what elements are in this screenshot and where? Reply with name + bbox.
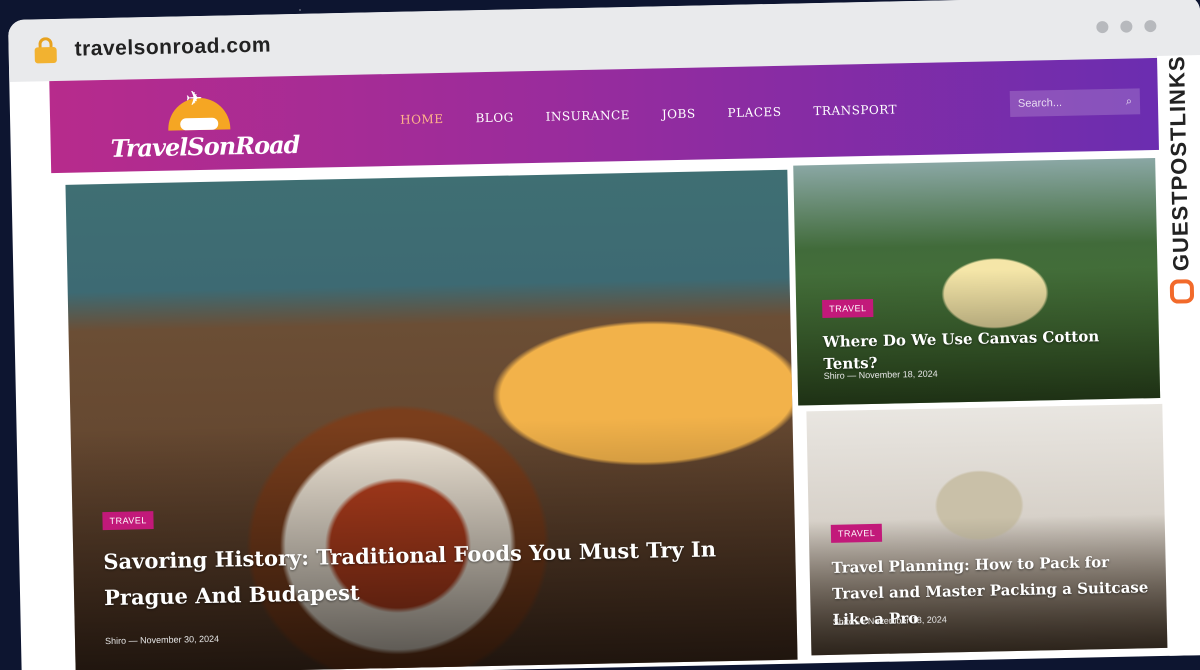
web-page: ✈ TravelSonRoad HOME BLOG INSURANCE JOBS… bbox=[49, 57, 1171, 670]
lock-icon bbox=[34, 37, 57, 64]
search-placeholder: Search... bbox=[1017, 96, 1063, 110]
airplane-icon: ✈ bbox=[185, 87, 203, 111]
window-dot-icon[interactable] bbox=[1144, 19, 1157, 33]
url-text[interactable]: travelsonroad.com bbox=[74, 34, 271, 62]
window-dot-icon[interactable] bbox=[1120, 20, 1133, 33]
search-input[interactable]: Search... ⌕ bbox=[1009, 88, 1141, 118]
featured-post-top-right[interactable]: TRAVEL Where Do We Use Canvas Cotton Ten… bbox=[793, 158, 1161, 406]
link-icon bbox=[1169, 278, 1195, 304]
post-meta: Shiro — November 30, 2024 bbox=[104, 633, 220, 647]
browser-window: travelsonroad.com ✈ TravelSonRoad HOME B… bbox=[8, 0, 1200, 670]
nav-item-home[interactable]: HOME bbox=[400, 112, 444, 127]
logo-text: TravelSonRoad bbox=[110, 129, 300, 163]
post-date: November 18, 2024 bbox=[858, 368, 938, 381]
featured-post-bottom-right[interactable]: TRAVEL Travel Planning: How to Pack for … bbox=[806, 403, 1168, 656]
nav-item-insurance[interactable]: INSURANCE bbox=[546, 108, 630, 124]
post-author[interactable]: Shiro bbox=[824, 371, 845, 381]
post-title[interactable]: Savoring History: Traditional Foods You … bbox=[103, 531, 744, 616]
window-controls bbox=[1096, 19, 1157, 34]
post-date: November 30, 2024 bbox=[139, 633, 220, 646]
featured-posts: TRAVEL Savoring History: Traditional Foo… bbox=[65, 158, 1171, 670]
post-date: November 18, 2024 bbox=[867, 614, 947, 627]
cloud-icon bbox=[180, 117, 219, 131]
category-tag[interactable]: TRAVEL bbox=[830, 523, 883, 543]
category-tag[interactable]: TRAVEL bbox=[102, 511, 155, 531]
nav-item-jobs[interactable]: JOBS bbox=[662, 107, 696, 122]
nav-item-places[interactable]: PLACES bbox=[727, 105, 781, 120]
watermark: GUESTPOSTLINKS bbox=[1159, 55, 1200, 356]
watermark-text: GUESTPOSTLINKS bbox=[1164, 55, 1194, 272]
featured-post-large[interactable]: TRAVEL Savoring History: Traditional Foo… bbox=[65, 169, 798, 670]
nav-item-blog[interactable]: BLOG bbox=[475, 110, 514, 125]
category-tag[interactable]: TRAVEL bbox=[822, 298, 874, 319]
main-nav: HOME BLOG INSURANCE JOBS PLACES TRANSPOR… bbox=[400, 102, 897, 126]
window-dot-icon[interactable] bbox=[1096, 20, 1109, 34]
post-author[interactable]: Shiro bbox=[833, 616, 854, 626]
post-title[interactable]: Where Do We Use Canvas Cotton Tents? bbox=[823, 324, 1144, 375]
search-icon[interactable]: ⌕ bbox=[1126, 95, 1132, 108]
nav-item-transport[interactable]: TRANSPORT bbox=[813, 102, 897, 118]
post-meta: Shiro — November 18, 2024 bbox=[823, 368, 938, 381]
post-author[interactable]: Shiro bbox=[105, 636, 126, 646]
site-logo[interactable]: ✈ TravelSonRoad bbox=[109, 82, 300, 166]
